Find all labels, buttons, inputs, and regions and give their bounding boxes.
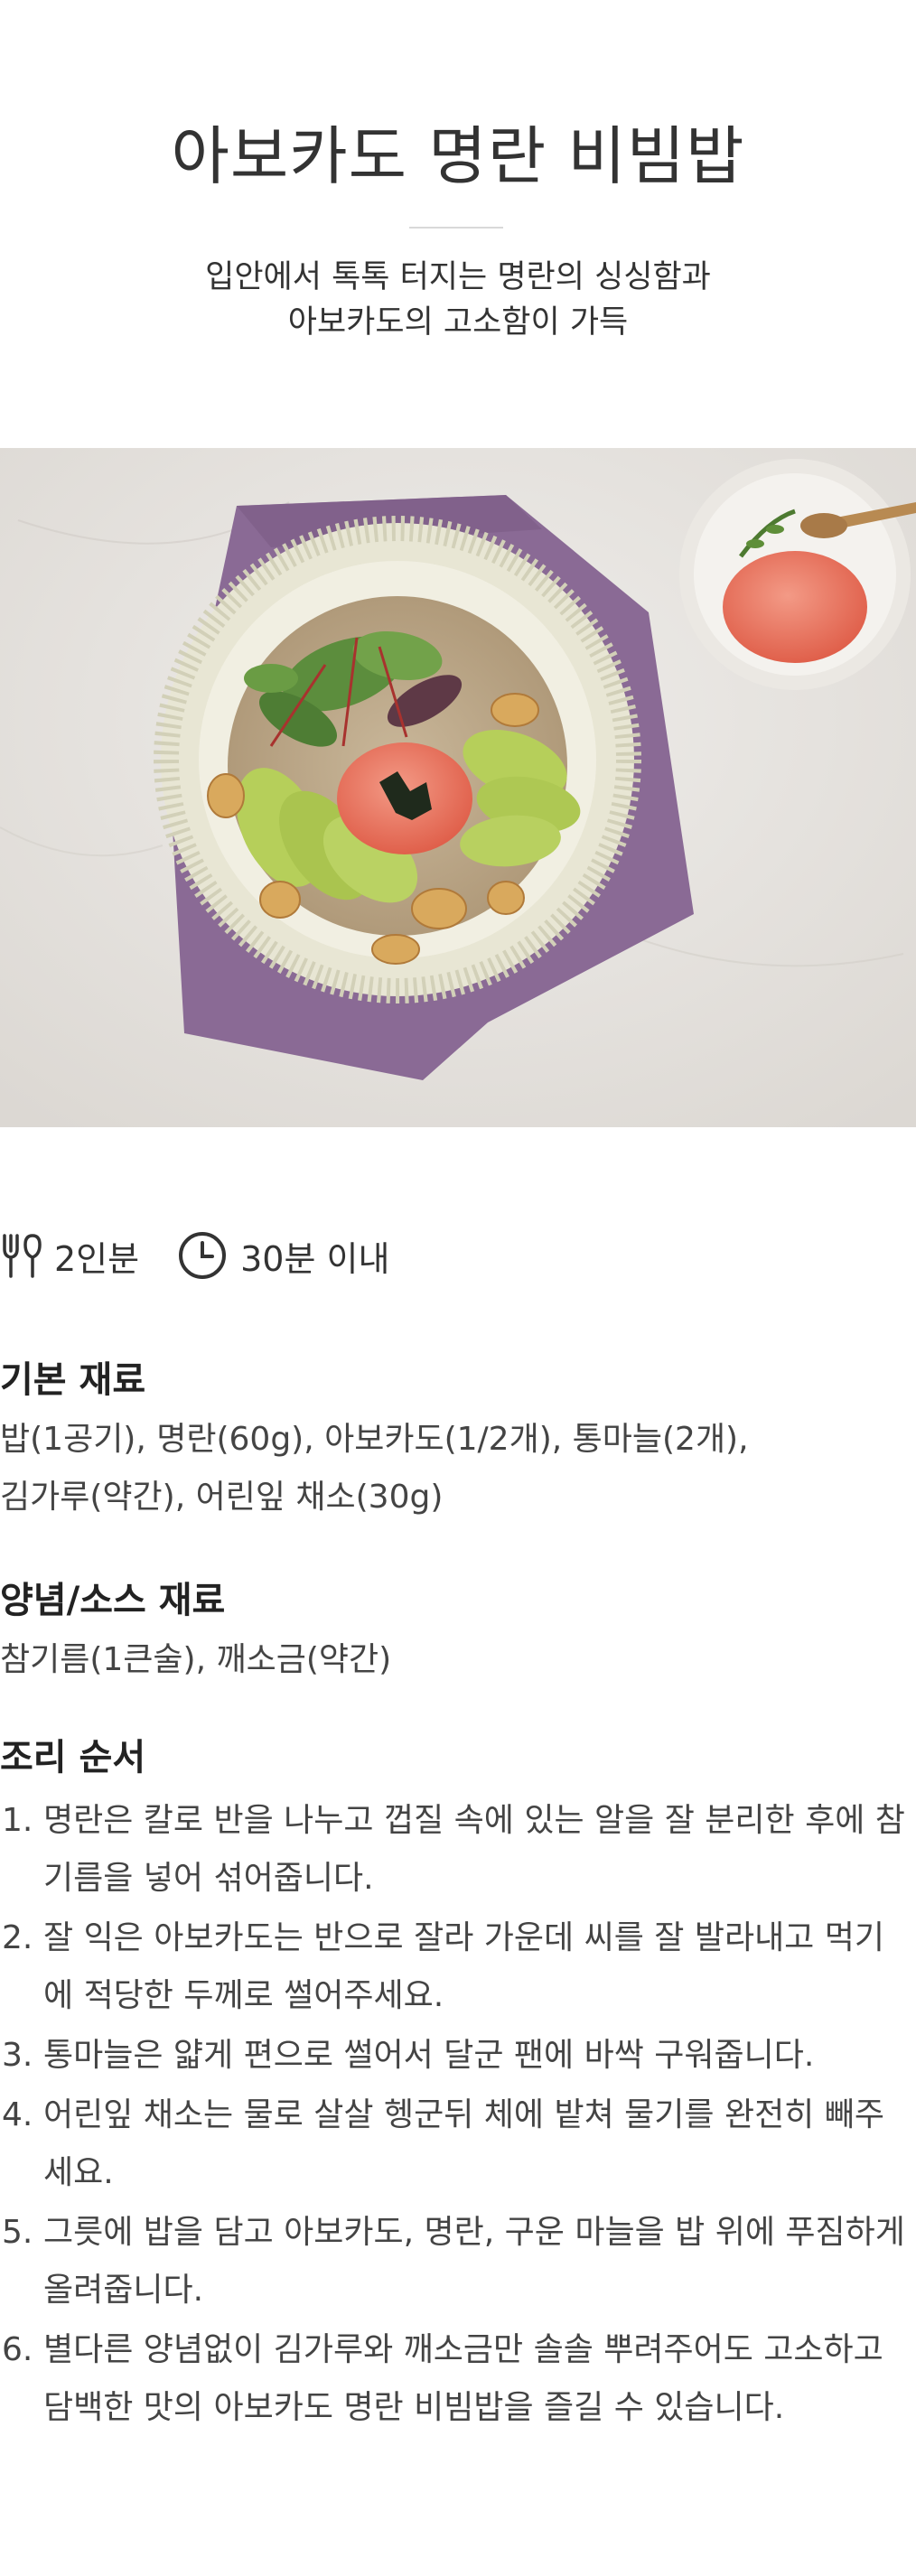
step-text: 어린잎 채소는 물로 살살 헹군뒤 체에 밭쳐 물기를 완전히 빼주세요.	[43, 2096, 884, 2191]
basic-ingredients-title: 기본 재료	[0, 1359, 146, 1401]
subtitle-line-1: 입안에서 톡톡 터지는 명란의 싱싱함과	[205, 259, 711, 295]
step-text: 잘 익은 아보카도는 반으로 잘라 가운데 씨를 잘 발라내고 먹기에 적당한 …	[43, 1919, 884, 2014]
basic-ingredients-line-2: 김가루(약간), 어린잎 채소(30g)	[0, 1479, 444, 1516]
step-item: 5. 그릇에 밥을 담고 아보카도, 명란, 구운 마늘을 밥 위에 푸짐하게 …	[0, 2204, 912, 2319]
steps-title: 조리 순서	[0, 1737, 146, 1778]
step-number: 2.	[2, 1919, 33, 1956]
utensils-icon	[0, 1233, 42, 1278]
step-item: 2. 잘 익은 아보카도는 반으로 잘라 가운데 씨를 잘 발라내고 먹기에 적…	[0, 1909, 912, 2025]
step-item: 4. 어린잎 채소는 물로 살살 헹군뒤 체에 밭쳐 물기를 완전히 빼주세요.	[0, 2086, 912, 2202]
step-number: 6.	[2, 2331, 33, 2368]
step-number: 4.	[2, 2096, 33, 2133]
sauce-ingredients-title: 양념/소스 재료	[0, 1580, 226, 1621]
basic-ingredients-list: 밥(1공기), 명란(60g), 아보카도(1/2개), 통마늘(2개), 김가…	[0, 1411, 903, 1526]
recipe-meta: 2인분 30분 이내	[0, 1227, 389, 1284]
step-item: 3. 통마늘은 얇게 편으로 썰어서 달군 팬에 바싹 구워줍니다.	[0, 2027, 912, 2085]
step-number: 3.	[2, 2037, 33, 2074]
basic-ingredients-line-1: 밥(1공기), 명란(60g), 아보카도(1/2개), 통마늘(2개),	[0, 1421, 749, 1458]
step-text: 통마늘은 얇게 편으로 썰어서 달군 팬에 바싹 구워줍니다.	[43, 2037, 815, 2074]
mentaiko	[337, 742, 472, 854]
title-divider	[409, 227, 503, 229]
step-number: 1.	[2, 1802, 33, 1839]
step-number: 5.	[2, 2214, 33, 2251]
sauce-ingredients-line-1: 참기름(1큰술), 깨소금(약간)	[0, 1641, 392, 1678]
sauce-ingredients-list: 참기름(1큰술), 깨소금(약간)	[0, 1631, 903, 1689]
clock-icon	[177, 1230, 228, 1281]
step-item: 6. 별다른 양념없이 김가루와 깨소금만 솔솔 뿌려주어도 고소하고 담백한 …	[0, 2321, 912, 2437]
step-item: 1. 명란은 칼로 반을 나누고 껍질 속에 있는 알을 잘 분리한 후에 참기…	[0, 1792, 912, 1908]
step-text: 그릇에 밥을 담고 아보카도, 명란, 구운 마늘을 밥 위에 푸짐하게 올려줍…	[43, 2214, 905, 2309]
subtitle-line-2: 아보카도의 고소함이 가득	[287, 304, 629, 341]
recipe-title: 아보카도 명란 비빔밥	[171, 119, 745, 193]
step-text: 별다른 양념없이 김가루와 깨소금만 솔솔 뿌려주어도 고소하고 담백한 맛의 …	[43, 2331, 883, 2426]
steps-list: 1. 명란은 칼로 반을 나누고 껍질 속에 있는 알을 잘 분리한 후에 참기…	[0, 1792, 912, 2439]
recipe-photo	[0, 448, 916, 1127]
step-text: 명란은 칼로 반을 나누고 껍질 속에 있는 알을 잘 분리한 후에 참기름을 …	[43, 1802, 905, 1897]
recipe-subtitle: 입안에서 톡톡 터지는 명란의 싱싱함과 아보카도의 고소함이 가득	[0, 255, 916, 345]
servings-label: 2인분	[54, 1238, 140, 1279]
time-label: 30분 이내	[240, 1238, 390, 1279]
